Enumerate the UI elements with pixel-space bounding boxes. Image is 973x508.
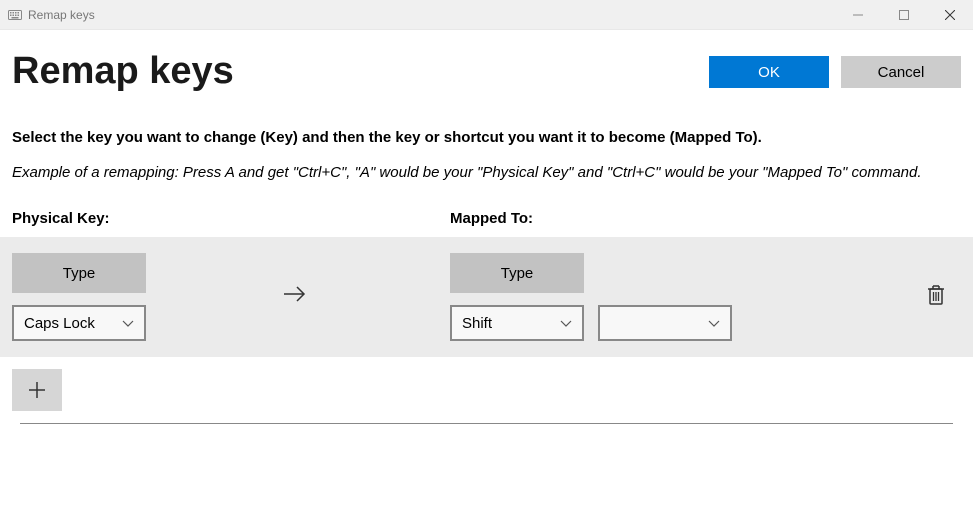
keyboard-icon (8, 10, 22, 20)
delete-row-button[interactable] (926, 284, 946, 311)
instruction-example: Example of a remapping: Press A and get … (12, 162, 961, 185)
mapped-to-header: Mapped To: (450, 210, 533, 227)
chevron-down-icon (560, 315, 572, 332)
mapped-key-value: Shift (462, 315, 492, 332)
ok-button[interactable]: OK (709, 56, 829, 88)
add-mapping-button[interactable] (12, 369, 62, 411)
mapped-extra-dropdown[interactable] (598, 305, 732, 341)
chevron-down-icon (708, 315, 720, 332)
physical-key-dropdown[interactable]: Caps Lock (12, 305, 146, 341)
mapped-key-dropdown[interactable]: Shift (450, 305, 584, 341)
physical-type-button[interactable]: Type (12, 253, 146, 293)
page-title: Remap keys (12, 50, 234, 93)
divider (20, 423, 953, 424)
mapped-type-button[interactable]: Type (450, 253, 584, 293)
minimize-button[interactable] (835, 0, 881, 30)
plus-icon (27, 380, 47, 400)
cancel-button[interactable]: Cancel (841, 56, 961, 88)
instruction-main: Select the key you want to change (Key) … (12, 127, 961, 150)
close-button[interactable] (927, 0, 973, 30)
physical-key-header: Physical Key: (12, 210, 450, 227)
arrow-right-icon (282, 283, 308, 311)
chevron-down-icon (122, 315, 134, 332)
maximize-button[interactable] (881, 0, 927, 30)
mapping-row: Type Caps Lock Type Shift (0, 237, 973, 357)
physical-key-value: Caps Lock (24, 315, 95, 332)
window-title: Remap keys (28, 8, 95, 22)
titlebar: Remap keys (0, 0, 973, 30)
